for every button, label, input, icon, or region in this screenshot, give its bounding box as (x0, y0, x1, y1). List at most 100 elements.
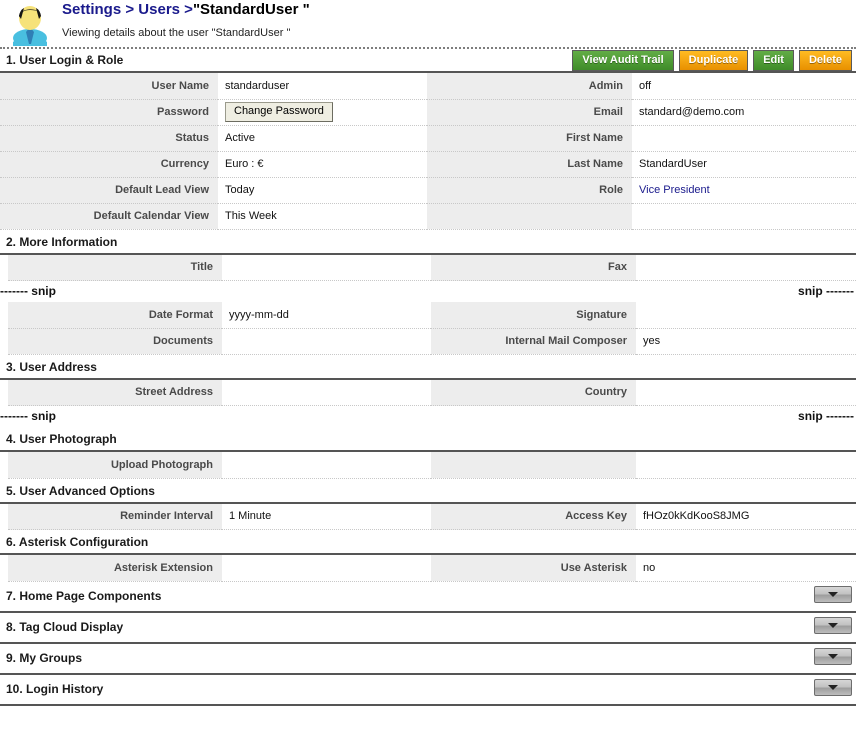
table-row: Currency Euro : € Last Name StandardUser (0, 151, 856, 178)
table-row: Password Change Password Email standard@dem… (0, 99, 856, 126)
page-subtitle: Viewing details about the user "Standard… (62, 27, 291, 39)
user-avatar-icon (8, 2, 52, 47)
detail-sections: 1. User Login & Role User Name standarduse… (0, 48, 856, 582)
breadcrumb-current: "StandardUser " (192, 1, 310, 18)
field-value: Change Password (218, 99, 427, 126)
section-title: 10. Login History (6, 681, 104, 696)
table-row: Default Calendar View This Week (0, 203, 856, 230)
section-title: 6. Asterisk Configuration (6, 535, 149, 549)
field-value[interactable]: Vice President (632, 177, 856, 204)
breadcrumb-settings[interactable]: Settings (62, 1, 121, 18)
detail-table: User Name standarduser Admin off Password Cha… (0, 73, 856, 230)
field-value: off (632, 73, 856, 100)
chevron-down-icon[interactable] (814, 585, 852, 603)
user-detail-page: Settings > Users >"StandardUser " Viewin… (0, 0, 856, 734)
field-value (632, 203, 856, 230)
table-row: Street Address Country (8, 379, 856, 406)
breadcrumb-sep-1: > (125, 1, 135, 18)
field-value: StandardUser (632, 151, 856, 178)
field-label: Currency (0, 151, 218, 178)
field-value (222, 555, 431, 582)
snip-label-right: snip ------- (798, 284, 854, 298)
chevron-down-icon[interactable] (814, 616, 852, 634)
chevron-down-glyph (828, 654, 838, 659)
field-value (636, 452, 856, 479)
section-title: 3. User Address (6, 359, 97, 374)
collapsed-section[interactable]: 8. Tag Cloud Display (0, 613, 856, 644)
section-title: 5. User Advanced Options (6, 483, 155, 498)
role-link[interactable]: Vice President (639, 184, 710, 196)
field-value (636, 379, 856, 406)
field-value: yyyy-mm-dd (222, 302, 431, 329)
table-row: Upload Photograph (8, 452, 856, 479)
snip-label-left: ------- snip (0, 409, 56, 423)
field-label: Date Format (8, 302, 222, 329)
field-value: no (636, 555, 856, 582)
field-value (222, 328, 431, 355)
field-value: This Week (218, 203, 427, 230)
section-title: 4. User Photograph (6, 432, 117, 446)
chevron-down-glyph (828, 623, 838, 628)
field-label: Upload Photograph (8, 452, 222, 479)
field-label: Role (427, 177, 632, 204)
field-value (632, 125, 856, 152)
section-title: 2. More Information (6, 234, 118, 249)
chevron-down-icon[interactable] (814, 647, 852, 665)
field-label: Documents (8, 328, 222, 355)
section-title: 1. User Login & Role (6, 53, 124, 67)
field-label: Status (0, 125, 218, 152)
section-title: 9. My Groups (6, 650, 83, 665)
field-label: Asterisk Extension (8, 555, 222, 582)
snip-label-right: snip ------- (798, 409, 854, 423)
field-value (222, 254, 431, 281)
field-value: Today (218, 177, 427, 204)
field-label: Country (431, 379, 636, 406)
field-label: Default Lead View (0, 177, 218, 204)
chevron-down-glyph (828, 685, 838, 690)
section-title: 8. Tag Cloud Display (6, 619, 124, 634)
collapsed-section[interactable]: 7. Home Page Components (0, 582, 856, 613)
field-label: Default Calendar View (0, 203, 218, 230)
detail-section: 2. More Information Title Fax ------- snip s… (0, 230, 856, 355)
field-label (431, 452, 636, 479)
field-label (427, 203, 632, 230)
field-label: Fax (431, 254, 636, 281)
field-label: First Name (427, 125, 632, 152)
collapsed-sections: 7. Home Page Components 8. Tag Cloud Disp… (0, 582, 856, 706)
section-title: 7. Home Page Components (6, 588, 162, 603)
snip-divider: ------- snip snip ------- (0, 406, 856, 427)
field-value: standard@demo.com (632, 99, 856, 126)
table-row: Status Active First Name (0, 125, 856, 152)
field-value: yes (636, 328, 856, 355)
field-label: Reminder Interval (8, 503, 222, 530)
detail-table: Upload Photograph (8, 452, 856, 479)
field-label: User Name (0, 73, 218, 100)
change-password-button[interactable]: Change Password (225, 102, 333, 122)
detail-section: 3. User Address Street Address Country ----… (0, 355, 856, 428)
collapsed-section[interactable]: 9. My Groups (0, 644, 856, 675)
field-value: 1 Minute (222, 503, 431, 530)
field-value: Euro : € (218, 151, 427, 178)
detail-table: Reminder Interval 1 Minute Access Key fHOz0… (8, 503, 856, 530)
chevron-down-glyph (828, 592, 838, 597)
table-row: User Name standarduser Admin off (0, 73, 856, 100)
breadcrumb-sep-2: > (184, 1, 193, 18)
field-label: Street Address (8, 379, 222, 406)
detail-table: Date Format yyyy-mm-dd Signature Documents I… (8, 302, 856, 355)
chevron-down-icon[interactable] (814, 678, 852, 696)
table-row: Reminder Interval 1 Minute Access Key fHOz0… (8, 503, 856, 530)
field-label: Access Key (431, 503, 636, 530)
field-value: fHOz0kKdKooS8JMG (636, 503, 856, 530)
snip-divider: ------- snip snip ------- (0, 281, 856, 302)
field-value (636, 302, 856, 329)
table-row: Date Format yyyy-mm-dd Signature (8, 302, 856, 329)
breadcrumb: Settings > Users >"StandardUser " (62, 0, 856, 18)
collapsed-section[interactable]: 10. Login History (0, 675, 856, 706)
table-row: Default Lead View Today Role Vice President (0, 177, 856, 204)
field-label: Internal Mail Composer (431, 328, 636, 355)
table-row: Documents Internal Mail Composer yes (8, 328, 856, 355)
field-value (222, 452, 431, 479)
breadcrumb-users[interactable]: Users (138, 1, 180, 18)
field-value: standarduser (218, 73, 427, 100)
detail-table: Asterisk Extension Use Asterisk no (8, 555, 856, 582)
